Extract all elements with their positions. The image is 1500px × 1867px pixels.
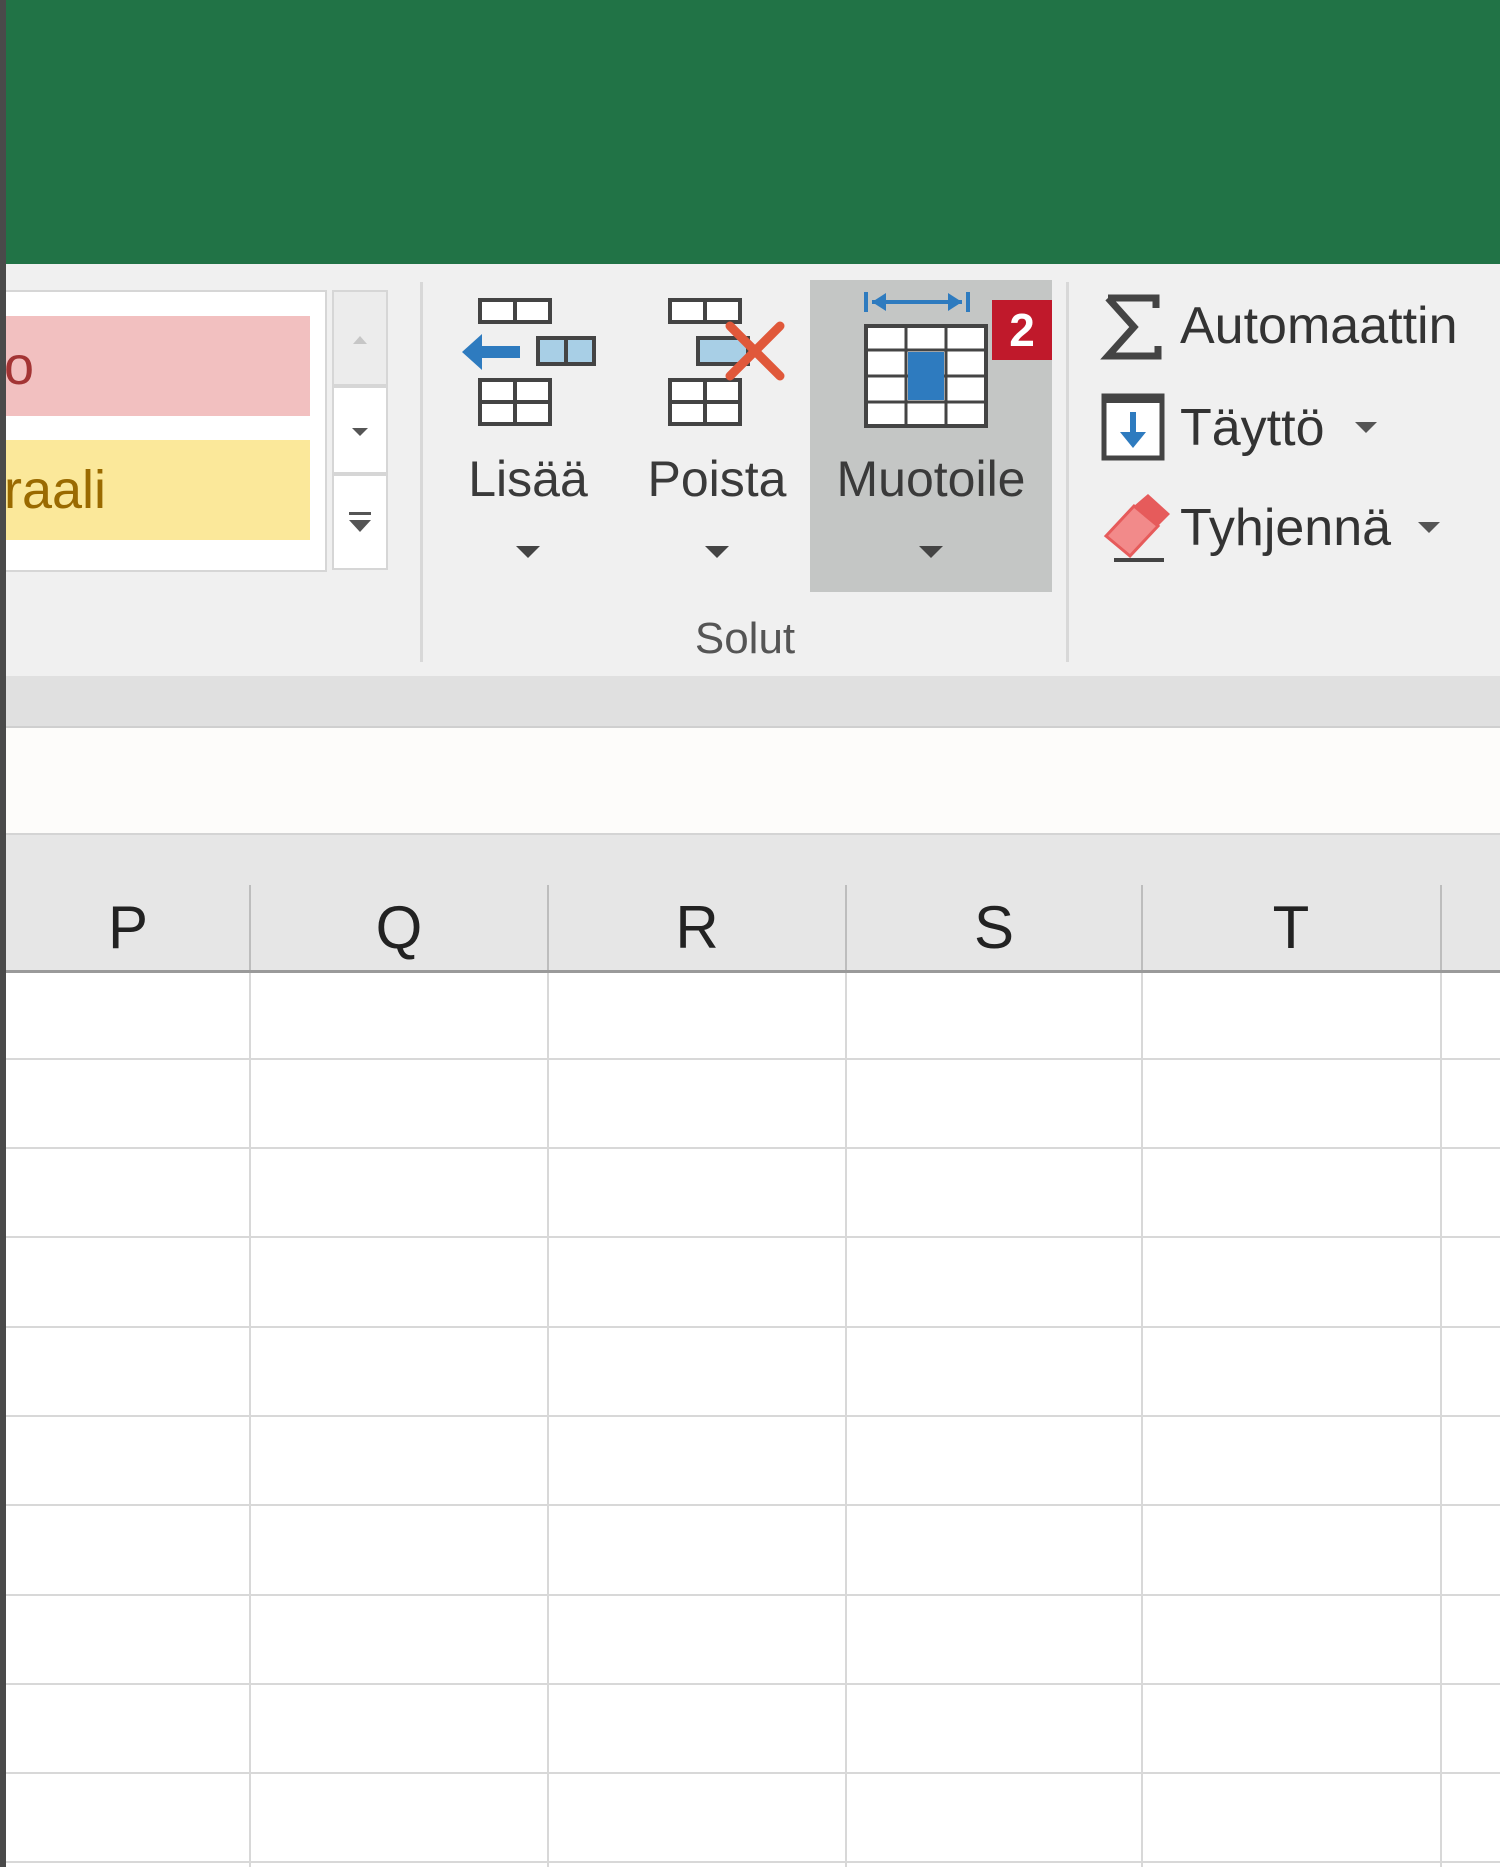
insert-cells-icon [462, 298, 596, 426]
insert-cells-label: Lisää [468, 451, 588, 507]
grid-row-line [0, 1861, 1500, 1863]
gallery-more-button[interactable] [332, 474, 388, 570]
fill-label: Täyttö [1180, 388, 1325, 468]
grid-row-line [0, 1594, 1500, 1596]
gallery-scroll-down-button[interactable] [332, 386, 388, 474]
column-header-s[interactable]: S [846, 835, 1142, 970]
step-badge: 2 [992, 300, 1052, 360]
format-cells-label: Muotoile [836, 451, 1026, 507]
chevron-down-icon [1355, 422, 1377, 433]
grid-column-line [1141, 973, 1143, 1867]
grid-column-line [547, 973, 549, 1867]
cells-group-label: Solut [694, 614, 796, 663]
eraser-icon [1103, 494, 1170, 562]
gallery-scroll-up-button[interactable] [332, 290, 388, 386]
chevron-up-icon [353, 336, 367, 344]
clear-label-text: Tyhjennä [1180, 499, 1392, 557]
delete-cells-icon [668, 298, 785, 426]
cell-grid[interactable] [0, 973, 1500, 1867]
grid-column-line [1440, 973, 1442, 1867]
fill-label-text: Täyttö [1180, 399, 1325, 457]
window-left-edge [0, 0, 6, 1867]
column-divider[interactable] [547, 885, 549, 970]
column-header-r[interactable]: R [548, 835, 846, 970]
column-divider[interactable] [1440, 885, 1442, 970]
chevron-down-icon [516, 546, 540, 558]
column-divider[interactable] [1141, 885, 1143, 970]
chevron-down-icon [705, 546, 729, 558]
column-divider[interactable] [249, 885, 251, 970]
grid-column-line [249, 973, 251, 1867]
column-header-q[interactable]: Q [250, 835, 548, 970]
delete-cells-button[interactable]: Poista [632, 280, 802, 592]
ribbon-separator [420, 282, 423, 662]
cell-style-bad[interactable]: o [0, 316, 310, 416]
grid-row-line [0, 1683, 1500, 1685]
column-header-t[interactable]: T [1142, 835, 1440, 970]
grid-column-line [845, 973, 847, 1867]
ribbon-separator [1066, 282, 1069, 662]
column-header-p[interactable]: P [6, 835, 250, 970]
grid-row-line [0, 1326, 1500, 1328]
clear-label: Tyhjennä [1180, 488, 1391, 568]
delete-cells-label: Poista [647, 451, 787, 507]
grid-row-line [0, 1504, 1500, 1506]
chevron-down-icon [1418, 522, 1440, 533]
grid-row-line [0, 1058, 1500, 1060]
format-cells-icon [864, 292, 988, 428]
insert-cells-button[interactable]: Lisää [448, 280, 608, 592]
expand-more-icon [349, 512, 371, 532]
grid-row-line [0, 1236, 1500, 1238]
title-bar [0, 0, 1500, 264]
ribbon-bottom-bar [0, 676, 1500, 728]
chevron-down-icon [352, 428, 368, 436]
cell-style-neutral[interactable]: raali [0, 440, 310, 540]
grid-row-line [0, 1147, 1500, 1149]
chevron-down-icon [919, 546, 943, 558]
grid-row-line [0, 1772, 1500, 1774]
column-divider[interactable] [845, 885, 847, 970]
autosum-label: Automaattin [1180, 297, 1458, 355]
grid-row-line [0, 1415, 1500, 1417]
fill-down-icon [1101, 393, 1165, 461]
sigma-icon [1100, 294, 1162, 360]
formula-bar[interactable] [0, 728, 1500, 835]
